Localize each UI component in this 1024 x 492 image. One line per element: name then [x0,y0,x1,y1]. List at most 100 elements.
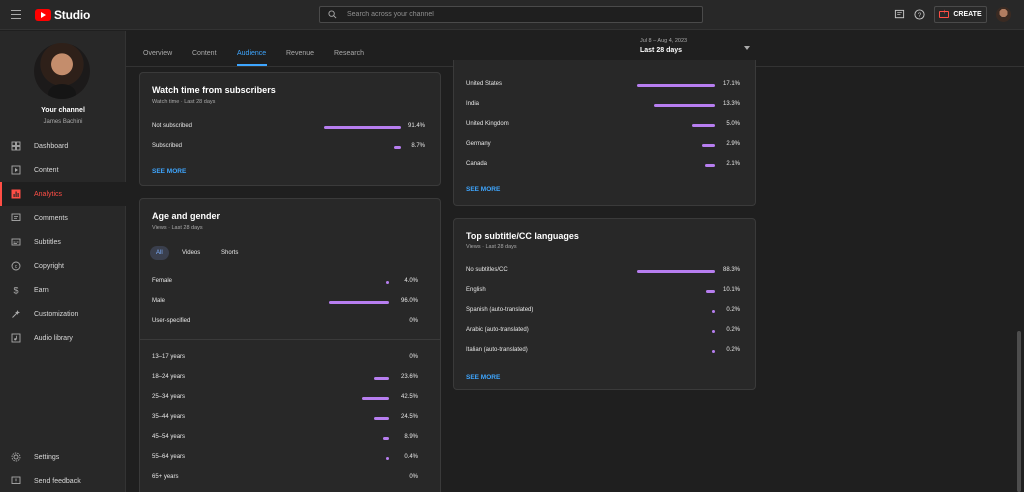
sidebar-item-subtitles[interactable]: Subtitles [0,230,126,254]
metric-value: 5.0% [726,121,740,127]
copyright-icon: c [11,261,21,271]
top-bar: Studio ? CREATE [0,0,1024,30]
metric-value: 0.2% [726,347,740,353]
metric-label: 18–24 years [152,374,186,380]
filter-chip-all[interactable]: All [150,246,169,260]
card-title: Age and gender [152,211,221,221]
metric-label: User-specified [152,318,191,324]
sidebar-item-customization[interactable]: Customization [0,302,126,326]
sidebar-item-content[interactable]: Content [0,158,126,182]
content-icon [11,165,21,175]
sidebar-item-comments[interactable]: Comments [0,206,126,230]
metric-bar [636,84,715,87]
sidebar-item-copyright[interactable]: c Copyright [0,254,126,278]
help-icon[interactable]: ? [914,9,925,20]
metric-row: Canada 2.1% [466,161,740,171]
metric-value: 0.2% [726,307,740,313]
metric-row: Subscribed 8.7% [152,143,425,153]
tab-revenue[interactable]: Revenue [286,50,314,57]
tab-overview[interactable]: Overview [143,50,172,57]
age-gender-card: Age and gender Views · Last 28 days Fema… [139,198,441,492]
account-avatar[interactable] [996,7,1011,22]
create-button[interactable]: CREATE [934,6,987,23]
search-bar[interactable] [319,6,703,23]
sidebar-item-label: Audio library [34,334,73,342]
comments-icon [11,213,21,221]
metric-label: Male [152,298,166,304]
gear-icon [11,452,21,462]
search-input[interactable] [347,11,687,18]
metric-value: 96.0% [400,298,418,304]
metric-label: Not subscribed [152,123,193,129]
metric-row: No subtitles/CC 88.3% [466,267,740,277]
metric-value: 0% [409,474,418,480]
metric-value: 13.3% [722,101,740,107]
youtube-logo-icon [35,9,51,21]
metric-bar [654,104,715,107]
tab-content[interactable]: Content [192,50,217,57]
chevron-down-icon [744,46,750,50]
see-more-link[interactable]: SEE MORE [466,374,500,381]
metric-label: 35–44 years [152,414,186,420]
date-range-text: Jul 8 – Aug 4, 2023 [640,38,688,44]
metric-label: United States [466,81,503,87]
sidebar-item-label: Customization [34,310,79,318]
studio-logo[interactable]: Studio [35,8,90,22]
metric-value: 88.3% [722,267,740,273]
card-subtitle: Views · Last 28 days [466,244,517,250]
channel-avatar[interactable] [34,43,90,99]
metric-label: 45–54 years [152,434,186,440]
see-more-link[interactable]: SEE MORE [466,186,500,193]
metric-row: United Kingdom 5.0% [466,121,740,131]
sidebar-item-label: Copyright [34,262,64,270]
see-more-link[interactable]: SEE MORE [152,168,186,175]
metric-label: Canada [466,161,488,167]
geography-card: United States 17.1% India 13.3% United Kingd… [453,60,756,206]
metric-value: 24.5% [400,414,418,420]
metric-row: United States 17.1% [466,81,740,91]
logo-text: Studio [54,8,91,22]
sidebar-item-send-feedback[interactable]: Send feedback [0,469,126,492]
metric-value: 2.1% [726,161,740,167]
card-title: Top subtitle/CC languages [466,231,579,241]
metric-row: 55–64 years 0.4% [152,454,418,464]
filter-chip-shorts[interactable]: Shorts [215,246,244,260]
metric-label: Arabic (auto-translated) [466,327,529,333]
subtitles-icon [11,238,21,246]
card-title: Watch time from subscribers [152,85,276,95]
metric-row: 25–34 years 42.5% [152,394,418,404]
sidebar-item-earn[interactable]: $ Earn [0,278,126,302]
sidebar-item-label: Dashboard [34,142,69,150]
watch-time-card: Watch time from subscribers Watch time ·… [139,72,441,186]
sidebar-item-label: Subtitles [34,238,61,246]
sidebar-item-label: Comments [34,214,68,222]
metric-value: 0% [409,354,418,360]
metric-row: Arabic (auto-translated) 0.2% [466,327,740,337]
metric-row: English 10.1% [466,287,740,297]
metric-value: 17.1% [722,81,740,87]
sidebar-item-dashboard[interactable]: Dashboard [0,134,126,158]
svg-text:c: c [15,264,18,270]
sidebar-item-analytics[interactable]: Analytics [0,182,126,206]
create-label: CREATE [953,11,982,18]
channel-name: James Bachini [43,119,83,125]
metric-row: User-specified 0% [152,318,418,328]
sidebar-item-audio-library[interactable]: Audio library [0,326,126,350]
metric-label: 65+ years [152,474,179,480]
metric-bar [374,377,389,380]
tab-research[interactable]: Research [334,50,364,57]
metric-row: 13–17 years 0% [152,354,418,364]
menu-icon[interactable] [11,10,21,19]
metric-value: 4.0% [404,278,418,284]
metric-row: Female 4.0% [152,278,418,288]
messages-icon[interactable] [894,9,905,20]
metric-row: 45–54 years 8.9% [152,434,418,444]
analytics-icon [11,189,21,199]
tab-audience[interactable]: Audience [237,50,266,57]
dashboard-icon [11,141,21,151]
page-scrollbar[interactable] [1017,331,1021,492]
sidebar-item-settings[interactable]: Settings [0,445,126,469]
date-range-picker[interactable]: Jul 8 – Aug 4, 2023 Last 28 days [640,38,755,60]
filter-chip-videos[interactable]: Videos [176,246,206,260]
channel-title: Your channel [41,107,85,114]
